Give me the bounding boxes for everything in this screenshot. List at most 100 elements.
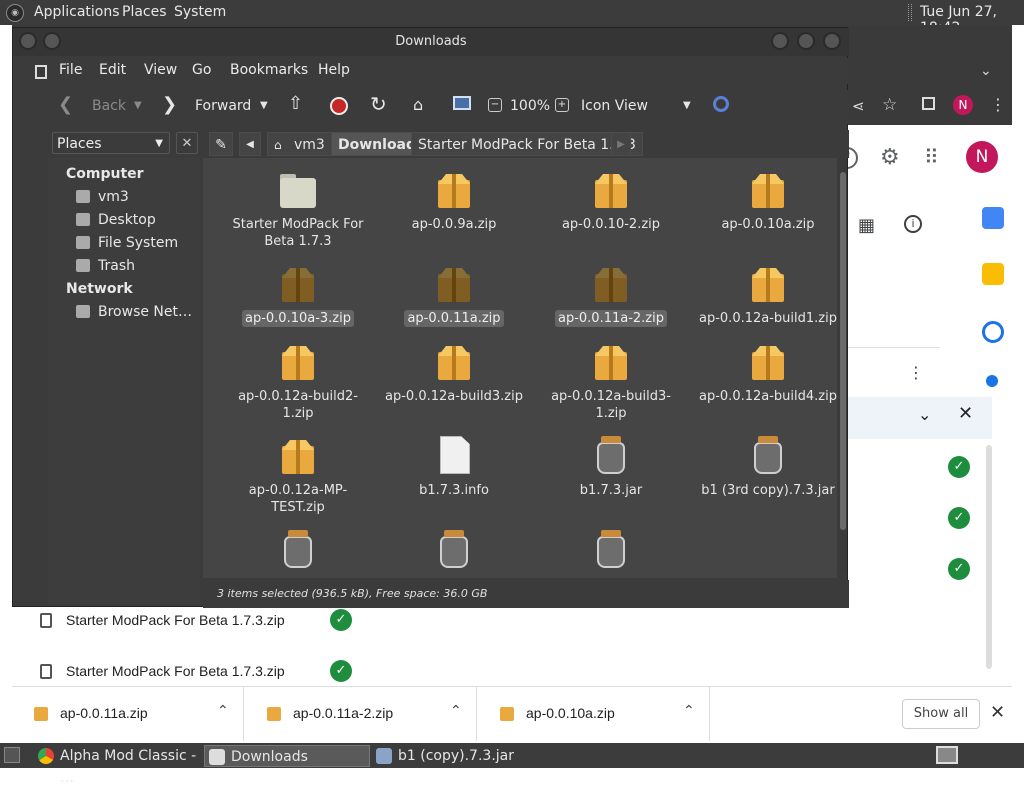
task-chrome[interactable]: Alpha Mod Classic - …: [34, 745, 204, 786]
star-icon[interactable]: ☆: [882, 95, 897, 115]
home-folder-icon: ⌂: [274, 138, 282, 152]
file-item[interactable]: b1 (3rd copy).7.3.jar: [693, 436, 837, 499]
file-item[interactable]: ap-0.0.12a-build3.zip: [379, 342, 529, 405]
grid-view-icon[interactable]: ▦: [858, 215, 875, 236]
scrollbar[interactable]: [986, 445, 992, 669]
profile-avatar[interactable]: N: [953, 95, 973, 115]
file-item[interactable]: ap-0.0.12a-MP-TEST.zip: [223, 436, 373, 516]
path-next-button[interactable]: Starter ModPack For Beta 1.7.3: [411, 132, 643, 156]
menu-bookmarks[interactable]: Bookmarks: [230, 62, 308, 78]
scrollbar-thumb[interactable]: [840, 172, 846, 530]
file-item[interactable]: ap-0.0.10-2.zip: [536, 170, 686, 233]
computer-icon[interactable]: [453, 96, 471, 110]
search-icon[interactable]: [713, 96, 729, 112]
shelf-download-item[interactable]: ap-0.0.10a.zip ⌃: [478, 687, 710, 741]
share-icon[interactable]: ⋖: [852, 97, 865, 115]
contacts-icon[interactable]: [986, 375, 998, 387]
view-mode-dropdown-icon[interactable]: ▼: [683, 100, 691, 111]
close-icon[interactable]: ✕: [990, 702, 1005, 723]
path-left-arrow-icon[interactable]: ◀: [239, 132, 261, 156]
chevron-up-icon[interactable]: ⌃: [217, 703, 229, 719]
show-all-button[interactable]: Show all: [902, 699, 980, 729]
shelf-download-item[interactable]: ap-0.0.11a-2.zip ⌃: [245, 687, 477, 741]
maximize-icon[interactable]: [797, 32, 815, 50]
menu-help[interactable]: Help: [318, 62, 350, 78]
scrollbar[interactable]: [839, 162, 847, 572]
path-home-button[interactable]: ⌂ vm3: [267, 132, 332, 156]
file-item[interactable]: ap-0.0.12a-build3-1.zip: [536, 342, 686, 422]
file-item[interactable]: b1.7.3.jar: [536, 436, 686, 499]
chevron-down-icon[interactable]: ⌄: [980, 63, 992, 79]
collapse-icon[interactable]: ⌄: [918, 405, 931, 424]
back-arrow-icon[interactable]: ❮: [58, 94, 73, 115]
window-titlebar[interactable]: Downloads: [13, 28, 849, 56]
chevron-up-icon[interactable]: ⌃: [683, 703, 695, 719]
zoom-in-icon[interactable]: +: [555, 98, 569, 112]
places-menu[interactable]: Places: [122, 4, 167, 20]
menu-go[interactable]: Go: [192, 62, 211, 78]
close-icon[interactable]: ✕: [958, 403, 973, 424]
file-item[interactable]: ap-0.0.10a-3.zip: [223, 264, 373, 327]
file-item[interactable]: [223, 530, 373, 578]
tasks-icon[interactable]: [982, 321, 1004, 343]
download-item[interactable]: Starter ModPack For Beta 1.7.3.zip ✓: [12, 658, 368, 688]
kebab-menu-icon[interactable]: ⋮: [990, 95, 1006, 114]
close-icon[interactable]: [823, 32, 841, 50]
file-item[interactable]: Starter ModPack For Beta 1.7.3: [223, 170, 373, 250]
forward-button[interactable]: Forward: [195, 98, 251, 114]
toggle-location-icon[interactable]: ✎: [209, 132, 233, 156]
download-item[interactable]: Starter ModPack For Beta 1.7.3.zip ✓: [12, 607, 368, 637]
stop-icon[interactable]: [330, 97, 348, 115]
sidebar-icon[interactable]: [922, 97, 935, 110]
more-options-icon[interactable]: ⋮: [908, 363, 924, 382]
account-avatar[interactable]: N: [966, 141, 998, 173]
shelf-download-name: ap-0.0.11a.zip: [60, 705, 148, 721]
window-pin-icon[interactable]: [43, 32, 61, 50]
file-item[interactable]: ap-0.0.10a.zip: [693, 170, 837, 233]
file-item[interactable]: b1.7.3.info: [379, 436, 529, 499]
file-item[interactable]: ap-0.0.12a-build1.zip: [693, 264, 837, 327]
system-menu[interactable]: System: [174, 4, 226, 20]
reload-icon[interactable]: ↻: [370, 92, 387, 116]
workspace-switcher[interactable]: [936, 746, 958, 764]
gear-icon[interactable]: ⚙: [880, 145, 900, 170]
forward-arrow-icon[interactable]: ❯: [162, 94, 177, 115]
show-desktop-icon[interactable]: [4, 747, 20, 763]
back-button[interactable]: Back: [92, 98, 126, 114]
menu-edit[interactable]: Edit: [99, 62, 126, 78]
file-item[interactable]: ap-0.0.11a.zip: [379, 264, 529, 327]
home-folder-icon[interactable]: ⌂: [413, 95, 423, 114]
back-history-icon[interactable]: ▼: [134, 100, 142, 111]
file-item[interactable]: [536, 530, 686, 578]
task-downloads[interactable]: Downloads: [204, 745, 370, 767]
view-mode-select[interactable]: Icon View: [581, 98, 648, 114]
path-right-arrow-icon[interactable]: ▶: [611, 132, 631, 156]
file-item[interactable]: ap-0.0.12a-build2-1.zip: [223, 342, 373, 422]
menu-view[interactable]: View: [144, 62, 177, 78]
file-icon-view[interactable]: Starter ModPack For Beta 1.7.3 ap-0.0.9a.…: [203, 158, 837, 578]
desktop-folder-icon: [76, 213, 90, 226]
file-item[interactable]: ap-0.0.9a.zip: [379, 170, 529, 233]
chevron-up-icon[interactable]: ⌃: [450, 703, 462, 719]
minimize-icon[interactable]: [771, 32, 789, 50]
up-arrow-icon[interactable]: ⇧: [288, 93, 303, 114]
places-dropdown[interactable]: Places ▼: [52, 132, 170, 154]
window-menu-icon[interactable]: [19, 32, 37, 50]
file-item[interactable]: ap-0.0.11a-2.zip: [536, 264, 686, 327]
shelf-download-item[interactable]: ap-0.0.11a.zip ⌃: [12, 687, 244, 741]
file-name: b1.7.3.info: [419, 483, 489, 498]
info-icon[interactable]: i: [904, 215, 922, 233]
zoom-out-icon[interactable]: −: [488, 98, 502, 112]
forward-history-icon[interactable]: ▼: [260, 100, 268, 111]
apps-grid-icon[interactable]: ⠿: [924, 145, 939, 169]
file-item[interactable]: [379, 530, 529, 578]
applications-menu[interactable]: Applications: [34, 4, 120, 20]
menu-file[interactable]: File: [59, 62, 82, 78]
distro-logo-icon[interactable]: ◉: [6, 4, 24, 22]
close-sidebar-button[interactable]: ✕: [176, 132, 198, 154]
keep-icon[interactable]: [982, 263, 1004, 285]
calendar-icon[interactable]: [982, 207, 1004, 229]
jar-file-icon: [591, 530, 631, 570]
file-item[interactable]: ap-0.0.12a-build4.zip: [693, 342, 837, 405]
task-jar[interactable]: b1 (copy).7.3.jar: [372, 745, 542, 767]
